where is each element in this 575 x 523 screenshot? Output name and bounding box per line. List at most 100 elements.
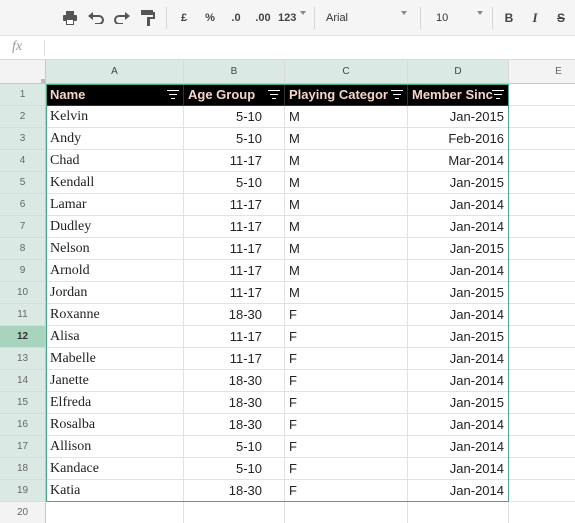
- grid-cell[interactable]: Jan-2014: [408, 414, 509, 436]
- grid-cell[interactable]: Jan-2015: [408, 392, 509, 414]
- paint-format-icon[interactable]: [138, 5, 158, 31]
- strikethrough-button[interactable]: S: [552, 5, 570, 31]
- grid-cell[interactable]: Kendall: [46, 172, 184, 194]
- grid-cell[interactable]: M: [285, 106, 408, 128]
- row-header[interactable]: 3: [0, 128, 46, 150]
- header-cell-age-group[interactable]: Age Group: [184, 84, 285, 106]
- redo-icon[interactable]: [112, 5, 132, 31]
- row-header[interactable]: 12: [0, 326, 46, 348]
- grid-cell[interactable]: Roxanne: [46, 304, 184, 326]
- row-header[interactable]: 11: [0, 304, 46, 326]
- grid-cell[interactable]: Arnold: [46, 260, 184, 282]
- grid-cell[interactable]: 18-30: [184, 392, 285, 414]
- row-header[interactable]: 14: [0, 370, 46, 392]
- grid-cell[interactable]: [509, 282, 575, 304]
- grid-cell[interactable]: Janette: [46, 370, 184, 392]
- grid-cell[interactable]: M: [285, 216, 408, 238]
- grid-cell[interactable]: 5-10: [184, 106, 285, 128]
- grid-cell[interactable]: Kelvin: [46, 106, 184, 128]
- grid-cell[interactable]: Jan-2014: [408, 458, 509, 480]
- italic-button[interactable]: I: [526, 5, 544, 31]
- grid-cell[interactable]: [509, 84, 575, 106]
- grid-cell[interactable]: Jan-2014: [408, 304, 509, 326]
- percent-button[interactable]: %: [202, 5, 218, 31]
- grid-cell[interactable]: [285, 502, 408, 523]
- grid-cell[interactable]: [509, 480, 575, 502]
- grid-cell[interactable]: Jan-2015: [408, 282, 509, 304]
- grid-cell[interactable]: Lamar: [46, 194, 184, 216]
- grid-cell[interactable]: [509, 172, 575, 194]
- grid-cell[interactable]: 18-30: [184, 370, 285, 392]
- grid-cell[interactable]: [509, 392, 575, 414]
- row-header[interactable]: 16: [0, 414, 46, 436]
- formula-input[interactable]: [48, 38, 568, 58]
- grid-cell[interactable]: [509, 106, 575, 128]
- row-header[interactable]: 5: [0, 172, 46, 194]
- font-family-select[interactable]: Arial: [322, 5, 412, 31]
- print-icon[interactable]: [60, 5, 80, 31]
- grid-cell[interactable]: F: [285, 414, 408, 436]
- grid-cell[interactable]: [184, 502, 285, 523]
- header-cell-member-since[interactable]: Member Sinc: [408, 84, 509, 106]
- grid-cell[interactable]: 11-17: [184, 194, 285, 216]
- grid-cell[interactable]: [509, 128, 575, 150]
- header-cell-playing-category[interactable]: Playing Categor: [285, 84, 408, 106]
- grid-cell[interactable]: Jan-2015: [408, 106, 509, 128]
- increase-decimals-button[interactable]: .00: [252, 5, 274, 31]
- grid-cell[interactable]: 5-10: [184, 128, 285, 150]
- grid-cell[interactable]: [509, 436, 575, 458]
- column-header-e[interactable]: E: [509, 60, 575, 84]
- row-header[interactable]: 20: [0, 502, 46, 523]
- grid-cell[interactable]: [408, 502, 509, 523]
- grid-cell[interactable]: M: [285, 282, 408, 304]
- row-header[interactable]: 4: [0, 150, 46, 172]
- grid-cell[interactable]: Elfreda: [46, 392, 184, 414]
- row-header[interactable]: 9: [0, 260, 46, 282]
- grid-cell[interactable]: 5-10: [184, 172, 285, 194]
- row-header[interactable]: 6: [0, 194, 46, 216]
- grid-cell[interactable]: M: [285, 172, 408, 194]
- column-header-c[interactable]: C: [285, 60, 408, 84]
- font-size-select[interactable]: 10: [428, 5, 484, 31]
- grid-cell[interactable]: 11-17: [184, 260, 285, 282]
- grid-cell[interactable]: [509, 304, 575, 326]
- grid-cell[interactable]: F: [285, 348, 408, 370]
- row-header[interactable]: 2: [0, 106, 46, 128]
- grid-cell[interactable]: [509, 238, 575, 260]
- row-header[interactable]: 17: [0, 436, 46, 458]
- grid-cell[interactable]: 11-17: [184, 150, 285, 172]
- grid-cell[interactable]: F: [285, 392, 408, 414]
- grid-cell[interactable]: [509, 216, 575, 238]
- grid-cell[interactable]: Jan-2014: [408, 480, 509, 502]
- grid-cell[interactable]: 5-10: [184, 436, 285, 458]
- grid-cell[interactable]: [509, 260, 575, 282]
- filter-icon[interactable]: [167, 90, 179, 100]
- grid-cell[interactable]: [509, 502, 575, 523]
- grid-cell[interactable]: Rosalba: [46, 414, 184, 436]
- grid-cell[interactable]: [509, 194, 575, 216]
- grid-cell[interactable]: M: [285, 260, 408, 282]
- grid-cell[interactable]: M: [285, 194, 408, 216]
- grid-cell[interactable]: [509, 348, 575, 370]
- grid-cell[interactable]: Alisa: [46, 326, 184, 348]
- grid-cell[interactable]: F: [285, 436, 408, 458]
- grid-cell[interactable]: Jan-2015: [408, 326, 509, 348]
- column-header-a[interactable]: A: [46, 60, 184, 84]
- grid-cell[interactable]: [509, 370, 575, 392]
- grid-cell[interactable]: F: [285, 480, 408, 502]
- column-header-d[interactable]: D: [408, 60, 509, 84]
- grid-cell[interactable]: Jan-2014: [408, 370, 509, 392]
- grid-cell[interactable]: 11-17: [184, 216, 285, 238]
- grid-cell[interactable]: 5-10: [184, 458, 285, 480]
- grid-cell[interactable]: Feb-2016: [408, 128, 509, 150]
- column-header-b[interactable]: B: [184, 60, 285, 84]
- grid-cell[interactable]: M: [285, 238, 408, 260]
- row-header[interactable]: 8: [0, 238, 46, 260]
- grid-cell[interactable]: F: [285, 304, 408, 326]
- filter-icon[interactable]: [268, 90, 280, 100]
- select-all-corner[interactable]: [0, 60, 46, 84]
- grid-cell[interactable]: Jordan: [46, 282, 184, 304]
- grid-cell[interactable]: Chad: [46, 150, 184, 172]
- filter-icon[interactable]: [492, 90, 504, 100]
- currency-button[interactable]: £: [176, 5, 192, 31]
